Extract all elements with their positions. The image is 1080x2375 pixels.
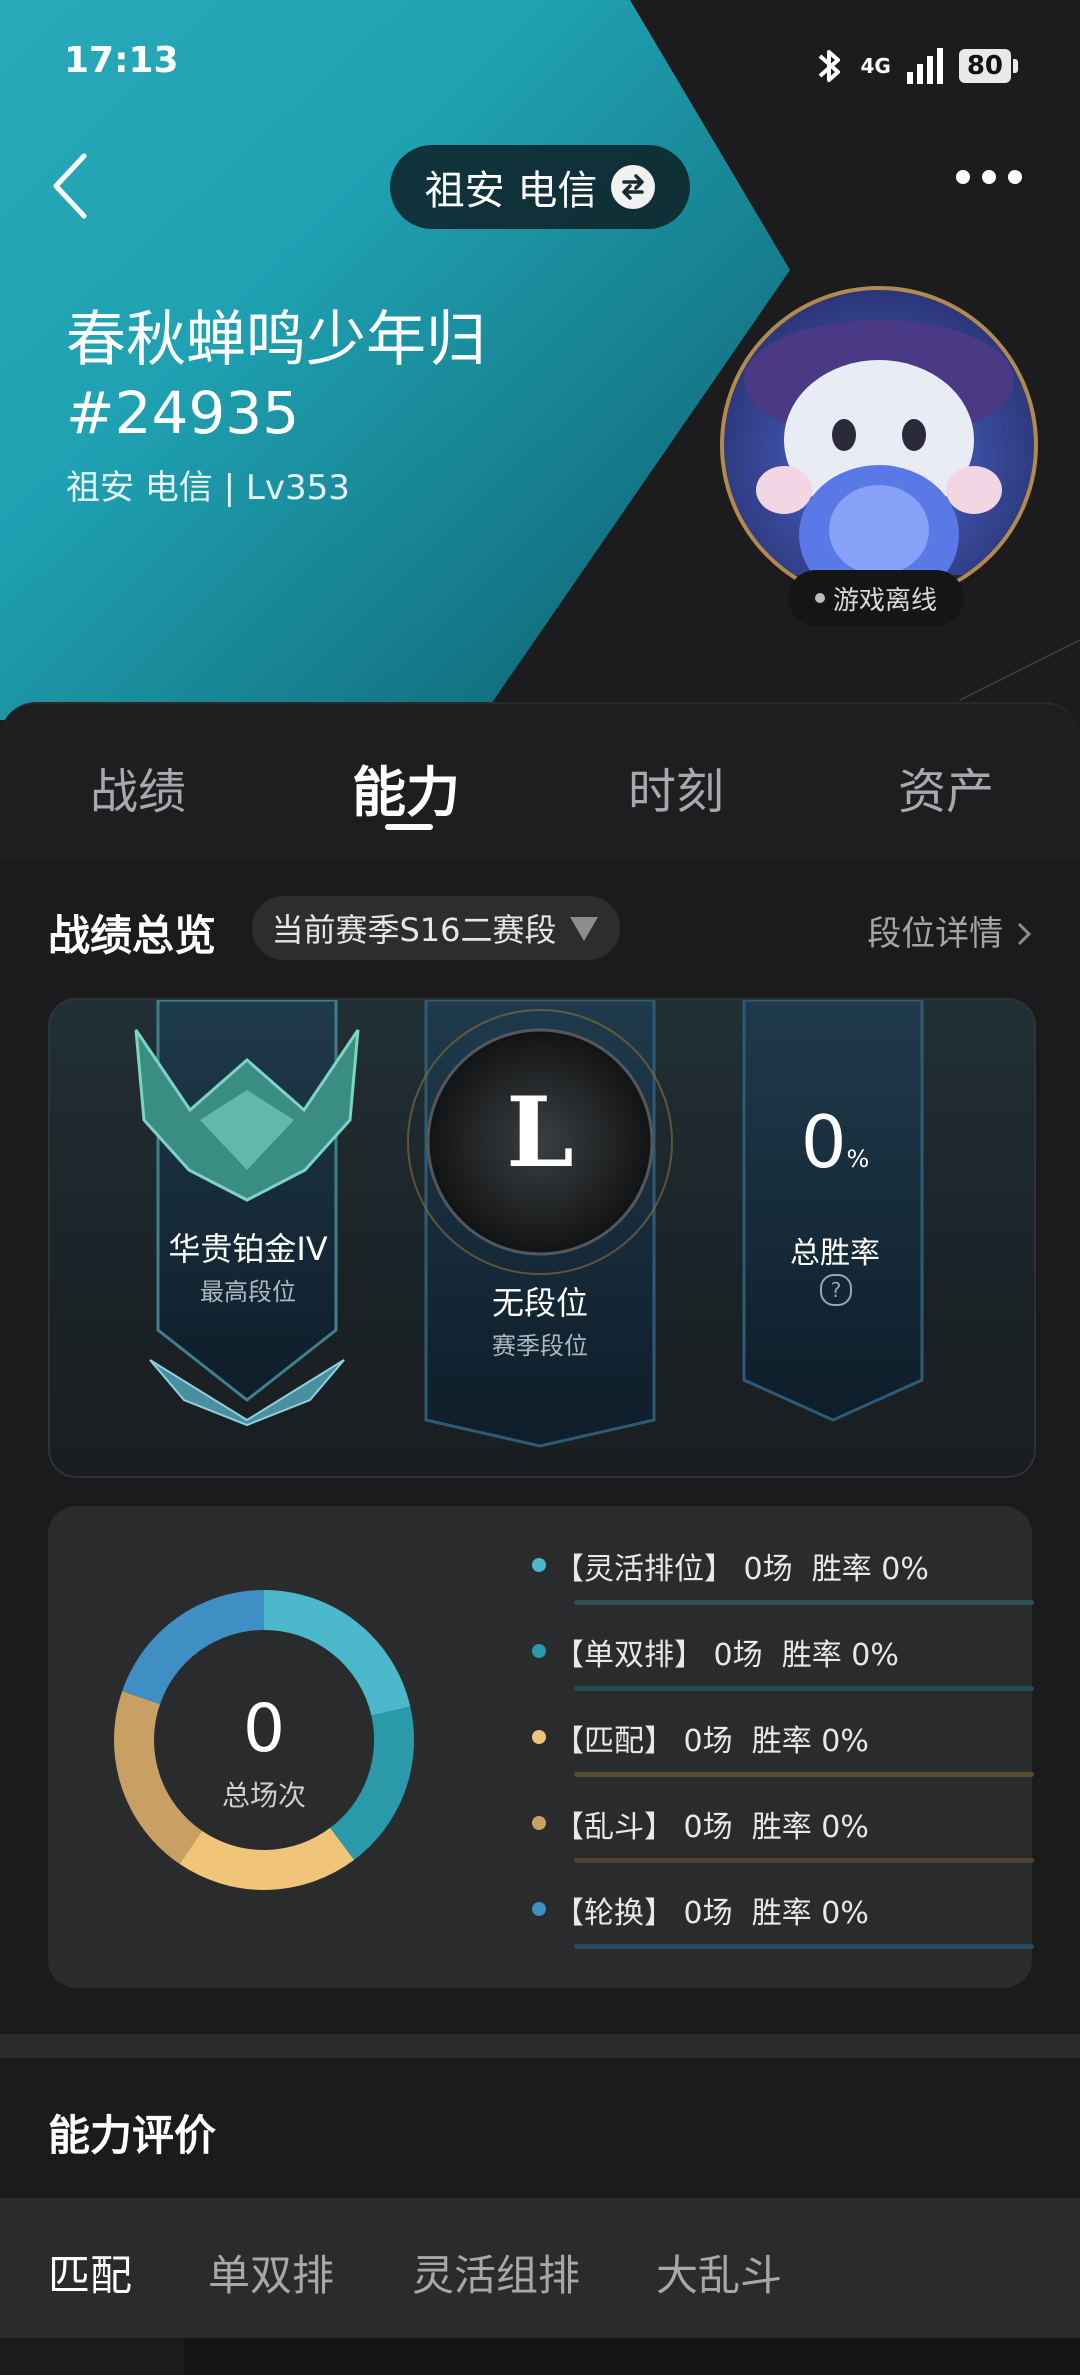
signal-icon — [906, 48, 943, 84]
total-games-value: 0 — [243, 1690, 285, 1767]
status-bar: 17:13 4G 80 — [0, 0, 1080, 130]
win-rate-value: 0 — [800, 1100, 847, 1184]
tab-record[interactable]: 战绩 — [90, 752, 186, 822]
chevron-right-icon — [1017, 922, 1032, 946]
mode-row-normal[interactable]: 【匹配】 0场 胜率 0% — [488, 1708, 1034, 1778]
mode-dot-icon — [532, 1902, 546, 1916]
chevron-left-icon — [53, 153, 87, 219]
mode-dot-icon — [532, 1558, 546, 1572]
help-icon[interactable]: ? — [820, 1274, 852, 1306]
battery-level: 80 — [958, 49, 1011, 83]
rank-detail-link[interactable]: 段位详情 — [867, 906, 1034, 955]
tab-assets[interactable]: 资产 — [898, 752, 994, 822]
player-name: 春秋蝉鸣少年归 — [66, 305, 486, 375]
bluetooth-icon — [819, 50, 841, 82]
ability-content-panel — [184, 2338, 1080, 2375]
win-rate-label: 总胜率 — [790, 1236, 880, 1271]
mode-label: 【匹配】 0场 胜率 0% — [554, 1724, 869, 1759]
status-dot-icon — [814, 593, 825, 603]
ability-tab-normal[interactable]: 匹配 — [48, 2242, 132, 2303]
status-time: 17:13 — [64, 40, 179, 81]
mode-progress — [574, 1600, 1034, 1605]
mode-progress — [574, 1944, 1034, 1949]
season-rank-emblem: L — [506, 1076, 574, 1189]
status-icons: 4G 80 — [812, 46, 1018, 86]
active-tab-indicator — [385, 824, 433, 830]
games-donut-chart: 0 总场次 — [114, 1590, 415, 1890]
ability-tab-flex[interactable]: 灵活组排 — [412, 2242, 580, 2303]
ability-tab-aram[interactable]: 大乱斗 — [656, 2242, 782, 2303]
back-button[interactable] — [46, 150, 106, 220]
dropdown-shield-icon — [569, 917, 598, 941]
season-selector[interactable]: 当前赛季S16二赛段 — [252, 896, 620, 960]
season-rank-label: 赛季段位 — [492, 1332, 588, 1360]
mode-row-rotating[interactable]: 【轮换】 0场 胜率 0% — [488, 1880, 1034, 1950]
season-selector-label: 当前赛季S16二赛段 — [271, 911, 557, 949]
more-button[interactable] — [956, 170, 1022, 184]
rank-summary-card: 华贵铂金IV 最高段位 L 无段位 赛季段位 0% 总胜率 ? — [48, 998, 1036, 1478]
mode-row-flex[interactable]: 【灵活排位】 0场 胜率 0% — [488, 1536, 1034, 1606]
ability-tabs: 匹配 单双排 灵活组排 大乱斗 — [0, 2198, 1080, 2338]
season-rank-value: 无段位 — [491, 1284, 588, 1322]
tab-moments[interactable]: 时刻 — [628, 752, 724, 822]
mode-dot-icon — [532, 1730, 546, 1744]
mode-progress — [574, 1772, 1034, 1777]
mode-dot-icon — [532, 1644, 546, 1658]
network-type: 4G — [860, 54, 891, 78]
tab-ability[interactable]: 能力 — [352, 748, 460, 827]
mode-progress — [574, 1686, 1034, 1691]
server-name: 祖安 电信 — [424, 168, 598, 214]
main-tabs: 战绩 能力 时刻 资产 — [0, 702, 1080, 860]
rank-detail-label: 段位详情 — [867, 914, 1004, 954]
battery-icon: 80 — [958, 49, 1018, 83]
overview-title: 战绩总览 — [48, 911, 217, 960]
ability-title: 能力评价 — [48, 2111, 217, 2160]
server-switch-button[interactable]: 祖安 电信 — [390, 145, 690, 229]
online-status-badge: 游戏离线 — [788, 570, 964, 626]
avatar[interactable] — [720, 286, 1038, 604]
mode-label: 【轮换】 0场 胜率 0% — [554, 1896, 869, 1931]
mode-dot-icon — [532, 1816, 546, 1830]
online-status-text: 游戏离线 — [832, 585, 937, 616]
mode-row-aram[interactable]: 【乱斗】 0场 胜率 0% — [488, 1794, 1034, 1864]
modes-card: 0 总场次 【灵活排位】 0场 胜率 0% 【单双排】 0场 胜率 0% 【匹配… — [48, 1506, 1034, 1988]
player-tag: #24935 — [66, 379, 300, 447]
mode-label: 【单双排】 0场 胜率 0% — [554, 1638, 899, 1673]
mode-label: 【乱斗】 0场 胜率 0% — [554, 1810, 869, 1845]
swap-icon — [611, 165, 656, 209]
mode-row-solo[interactable]: 【单双排】 0场 胜率 0% — [488, 1622, 1034, 1692]
more-icon — [956, 170, 970, 184]
win-rate-display: 0% — [740, 1100, 930, 1184]
mode-label: 【灵活排位】 0场 胜率 0% — [554, 1552, 929, 1587]
avatar-image — [744, 320, 1014, 600]
player-server-level: 祖安 电信 | Lv353 — [66, 468, 350, 508]
win-rate-unit: % — [846, 1145, 870, 1173]
ability-tab-solo[interactable]: 单双排 — [208, 2242, 334, 2303]
mode-progress — [574, 1858, 1034, 1863]
highest-rank-label: 最高段位 — [200, 1278, 296, 1306]
total-games-label: 总场次 — [221, 1779, 306, 1812]
section-divider — [0, 2034, 1080, 2058]
highest-rank-value: 华贵铂金IV — [168, 1230, 328, 1268]
